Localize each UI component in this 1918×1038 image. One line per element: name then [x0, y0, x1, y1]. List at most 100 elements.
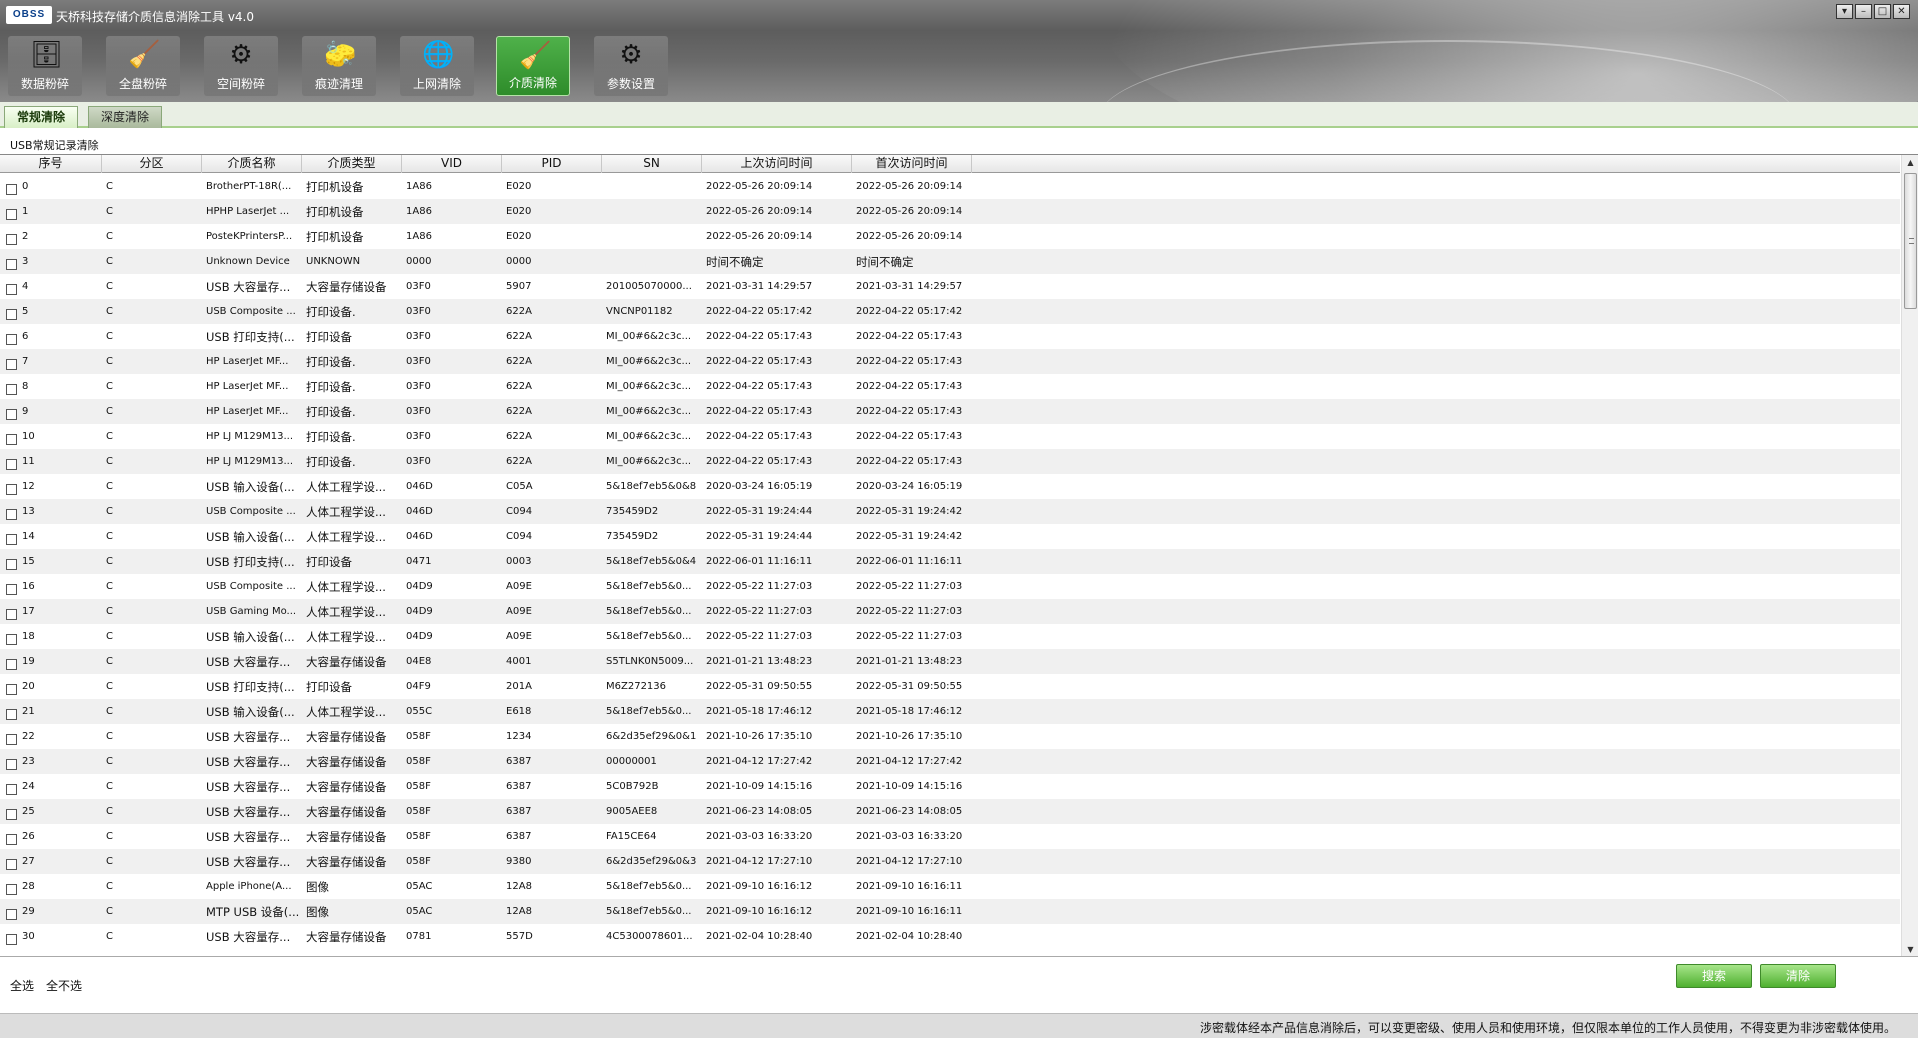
- vertical-scrollbar[interactable]: ▲ ▼: [1901, 155, 1918, 956]
- table-row[interactable]: 2 C PosteKPrintersP... 打印机设备 1A86 E020 2022-05…: [0, 224, 1900, 249]
- table-row[interactable]: 24 C USB 大容量存... 大容量存储设备 058F 6387 5C0B792B 202…: [0, 774, 1900, 799]
- table-row[interactable]: 30 C USB 大容量存... 大容量存储设备 0781 557D 4C530007860…: [0, 924, 1900, 949]
- tab-deep-clear[interactable]: 深度清除: [88, 106, 163, 128]
- row-checkbox[interactable]: [6, 484, 17, 495]
- minimize-button[interactable]: –: [1855, 4, 1872, 19]
- row-checkbox[interactable]: [6, 609, 17, 620]
- row-checkbox[interactable]: [6, 934, 17, 945]
- toolbar-button-globe[interactable]: 🌐 上网清除: [400, 36, 474, 96]
- row-checkbox[interactable]: [6, 284, 17, 295]
- table-row[interactable]: 19 C USB 大容量存... 大容量存储设备 04E8 4001 S5TLNK0N500…: [0, 649, 1900, 674]
- toolbar-button-space-gear[interactable]: ⚙ 空间粉碎: [204, 36, 278, 96]
- table-row[interactable]: 22 C USB 大容量存... 大容量存储设备 058F 1234 6&2d35ef29&…: [0, 724, 1900, 749]
- cell-index: 18: [22, 631, 35, 642]
- row-checkbox[interactable]: [6, 709, 17, 720]
- table-row[interactable]: 13 C USB Composite ... 人体工程学设... 046D C094 735…: [0, 499, 1900, 524]
- table-row[interactable]: 1 C HPHP LaserJet ... 打印机设备 1A86 E020 2022-05-…: [0, 199, 1900, 224]
- table-row[interactable]: 20 C USB 打印支持(... 打印设备 04F9 201A M6Z272136 2022…: [0, 674, 1900, 699]
- row-checkbox[interactable]: [6, 759, 17, 770]
- table-row[interactable]: 11 C HP LJ M129M13... 打印设备. 03F0 622A MI_00#6&…: [0, 449, 1900, 474]
- column-header-partition[interactable]: 分区: [102, 155, 202, 173]
- column-header-pid[interactable]: PID: [502, 155, 602, 173]
- row-checkbox[interactable]: [6, 434, 17, 445]
- table-row[interactable]: 15 C USB 打印支持(... 打印设备 0471 0003 5&18ef7eb5&0&…: [0, 549, 1900, 574]
- search-button[interactable]: 搜索: [1676, 964, 1752, 988]
- table-row[interactable]: 3 C Unknown Device UNKNOWN 0000 0000 时间不确定 时间不确…: [0, 249, 1900, 274]
- row-checkbox[interactable]: [6, 409, 17, 420]
- column-header-index[interactable]: 序号: [0, 155, 102, 173]
- cell-vid: 03F0: [406, 381, 431, 392]
- table-row[interactable]: 28 C Apple iPhone(A... 图像 05AC 12A8 5&18ef7eb5…: [0, 874, 1900, 899]
- table-row[interactable]: 0 C BrotherPT-18R(... 打印机设备 1A86 E020 2022-05-…: [0, 174, 1900, 199]
- cell-media-type: 大容量存储设备: [306, 780, 387, 794]
- column-header-media-type[interactable]: 介质类型: [302, 155, 402, 173]
- table-row[interactable]: 10 C HP LJ M129M13... 打印设备. 03F0 622A MI_00#6&…: [0, 424, 1900, 449]
- row-checkbox[interactable]: [6, 209, 17, 220]
- row-checkbox[interactable]: [6, 659, 17, 670]
- cell-first-access: 2022-04-22 05:17:43: [856, 431, 963, 442]
- table-row[interactable]: 17 C USB Gaming Mo... 人体工程学设... 04D9 A09E 5&18…: [0, 599, 1900, 624]
- row-checkbox[interactable]: [6, 459, 17, 470]
- table-row[interactable]: 21 C USB 输入设备(... 人体工程学设... 055C E618 5&18ef7e…: [0, 699, 1900, 724]
- column-header-first-access[interactable]: 首次访问时间: [852, 155, 972, 173]
- row-checkbox[interactable]: [6, 259, 17, 270]
- row-checkbox[interactable]: [6, 309, 17, 320]
- toolbar-button-settings-gear[interactable]: ⚙ 参数设置: [594, 36, 668, 96]
- table-row[interactable]: 26 C USB 大容量存... 大容量存储设备 058F 6387 FA15CE64 202…: [0, 824, 1900, 849]
- table-row[interactable]: 7 C HP LaserJet MF... 打印设备. 03F0 622A MI_00#6&…: [0, 349, 1900, 374]
- menu-dropdown-button[interactable]: ▾: [1836, 4, 1853, 19]
- cell-index: 3: [22, 256, 29, 267]
- scroll-thumb[interactable]: [1904, 173, 1917, 309]
- row-checkbox[interactable]: [6, 509, 17, 520]
- row-checkbox[interactable]: [6, 559, 17, 570]
- table-row[interactable]: 6 C USB 打印支持(... 打印设备 03F0 622A MI_00#6&2c3c..…: [0, 324, 1900, 349]
- cell-media-name: USB 输入设备(...: [206, 630, 295, 644]
- toolbar-button-eraser[interactable]: 🧽 痕迹清理: [302, 36, 376, 96]
- close-button[interactable]: ✕: [1893, 4, 1910, 19]
- column-header-sn[interactable]: SN: [602, 155, 702, 173]
- table-row[interactable]: 9 C HP LaserJet MF... 打印设备. 03F0 622A MI_00#6&…: [0, 399, 1900, 424]
- row-checkbox[interactable]: [6, 834, 17, 845]
- table-row[interactable]: 8 C HP LaserJet MF... 打印设备. 03F0 622A MI_00#6&…: [0, 374, 1900, 399]
- toolbar-button-broom[interactable]: 🧹 介质清除: [496, 36, 570, 96]
- row-checkbox[interactable]: [6, 234, 17, 245]
- row-checkbox[interactable]: [6, 809, 17, 820]
- column-header-vid[interactable]: VID: [402, 155, 502, 173]
- select-all-link[interactable]: 全选: [10, 977, 34, 994]
- row-checkbox[interactable]: [6, 884, 17, 895]
- select-none-link[interactable]: 全不选: [46, 977, 82, 994]
- table-row[interactable]: 14 C USB 输入设备(... 人体工程学设... 046D C094 735459D2…: [0, 524, 1900, 549]
- table-row[interactable]: 12 C USB 输入设备(... 人体工程学设... 046D C05A 5&18ef7e…: [0, 474, 1900, 499]
- tab-normal-clear[interactable]: 常规清除: [4, 106, 79, 128]
- row-checkbox[interactable]: [6, 909, 17, 920]
- row-checkbox[interactable]: [6, 334, 17, 345]
- row-checkbox[interactable]: [6, 784, 17, 795]
- cell-index: 16: [22, 581, 35, 592]
- row-checkbox[interactable]: [6, 734, 17, 745]
- table-row[interactable]: 5 C USB Composite ... 打印设备. 03F0 622A VNCNP011…: [0, 299, 1900, 324]
- clear-button[interactable]: 清除: [1760, 964, 1836, 988]
- table-row[interactable]: 25 C USB 大容量存... 大容量存储设备 058F 6387 9005AEE8 202…: [0, 799, 1900, 824]
- table-row[interactable]: 27 C USB 大容量存... 大容量存储设备 058F 9380 6&2d35ef29&…: [0, 849, 1900, 874]
- table-row[interactable]: 18 C USB 输入设备(... 人体工程学设... 04D9 A09E 5&18ef7e…: [0, 624, 1900, 649]
- row-checkbox[interactable]: [6, 584, 17, 595]
- row-checkbox[interactable]: [6, 534, 17, 545]
- table-row[interactable]: 4 C USB 大容量存... 大容量存储设备 03F0 5907 201005070000…: [0, 274, 1900, 299]
- row-checkbox[interactable]: [6, 359, 17, 370]
- row-checkbox[interactable]: [6, 634, 17, 645]
- row-checkbox[interactable]: [6, 859, 17, 870]
- scroll-up-arrow-icon[interactable]: ▲: [1902, 155, 1918, 171]
- table-row[interactable]: 16 C USB Composite ... 人体工程学设... 04D9 A09E 5&1…: [0, 574, 1900, 599]
- row-checkbox[interactable]: [6, 684, 17, 695]
- table-row[interactable]: 23 C USB 大容量存... 大容量存储设备 058F 6387 00000001 202…: [0, 749, 1900, 774]
- scroll-down-arrow-icon[interactable]: ▼: [1902, 942, 1918, 956]
- toolbar-button-disk-shred[interactable]: 🧹 全盘粉碎: [106, 36, 180, 96]
- table-row[interactable]: 29 C MTP USB 设备(... 图像 05AC 12A8 5&18ef7eb5&0.…: [0, 899, 1900, 924]
- row-checkbox[interactable]: [6, 384, 17, 395]
- column-header-last-access[interactable]: 上次访问时间: [702, 155, 852, 173]
- cell-partition: C: [106, 231, 113, 242]
- toolbar-button-shredder[interactable]: 🗄 数据粉碎: [8, 36, 82, 96]
- maximize-button[interactable]: □: [1874, 4, 1891, 19]
- row-checkbox[interactable]: [6, 184, 17, 195]
- column-header-media-name[interactable]: 介质名称: [202, 155, 302, 173]
